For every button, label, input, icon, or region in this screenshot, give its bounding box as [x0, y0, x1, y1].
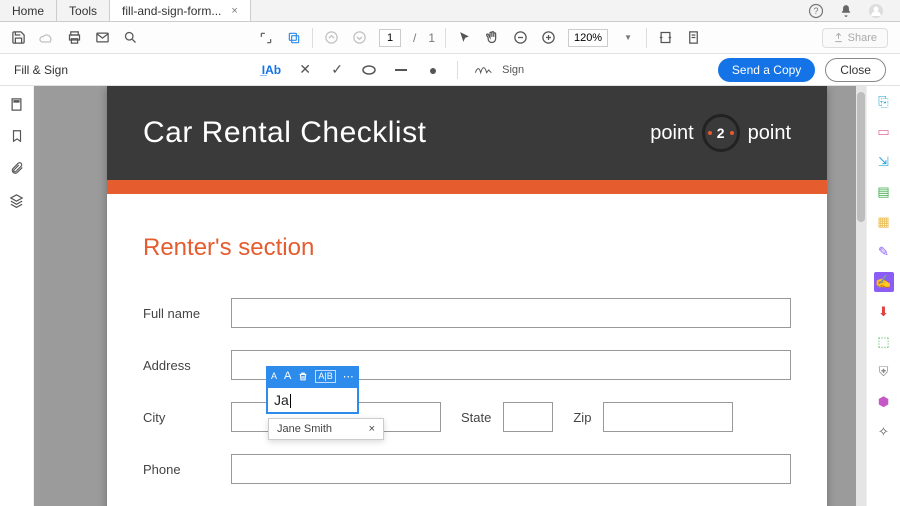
share-button[interactable]: Share [822, 28, 888, 48]
send-copy-button[interactable]: Send a Copy [718, 58, 815, 82]
text-format-toolbar: A A A|B ⋯ [266, 366, 359, 386]
fill-sign-text-overlay: A A A|B ⋯ Ja Jane Smith × [266, 366, 359, 414]
tab-bar: Home Tools fill-and-sign-form... × ? [0, 0, 900, 22]
field-state[interactable] [503, 402, 553, 432]
attachment-icon[interactable] [9, 160, 25, 176]
sign-button[interactable]: Sign [474, 63, 524, 77]
page-total: 1 [428, 31, 435, 45]
svg-text:?: ? [813, 6, 818, 16]
field-full-name[interactable] [231, 298, 791, 328]
more-options-icon[interactable]: ⋯ [343, 370, 354, 383]
organize-icon[interactable]: ▦ [874, 212, 894, 232]
field-zip[interactable] [603, 402, 733, 432]
page-sep: / [413, 31, 416, 45]
left-rail [0, 86, 34, 506]
share-label: Share [848, 32, 877, 44]
active-text-value: Ja [274, 392, 289, 408]
dot-icon[interactable]: ● [425, 62, 441, 78]
tab-file-label: fill-and-sign-form... [122, 4, 221, 18]
label-state: State [441, 410, 503, 425]
shield-icon[interactable]: ⛨ [874, 362, 894, 382]
section-heading: Renter's section [143, 234, 791, 262]
line-icon[interactable] [393, 62, 409, 78]
brand-logo: point 2 point [650, 114, 791, 152]
label-address: Address [143, 358, 231, 373]
field-phone[interactable] [231, 454, 791, 484]
cloud-icon[interactable] [38, 30, 54, 46]
fill-sign-bar: Fill & Sign I̲Ab ✕ ✓ ● Sign Send a Copy … [0, 54, 900, 86]
email-icon[interactable] [94, 30, 110, 46]
page-down-icon[interactable] [351, 30, 367, 46]
save-icon[interactable] [10, 30, 26, 46]
search-icon[interactable] [122, 30, 138, 46]
pointer-icon[interactable] [456, 30, 472, 46]
brand-right: point [748, 122, 791, 145]
text-size-large-icon[interactable]: A [284, 370, 291, 382]
label-zip: Zip [553, 410, 603, 425]
brand-left: point [650, 122, 693, 145]
scrollbar-thumb[interactable] [857, 92, 865, 222]
main-toolbar: / 1 ▼ Share [0, 22, 900, 54]
document-title: Car Rental Checklist [143, 116, 426, 150]
edit-pdf-icon[interactable]: ▤ [874, 182, 894, 202]
layers-icon[interactable] [9, 192, 25, 208]
thumbnails-icon[interactable] [9, 96, 25, 112]
scrollbar-track[interactable] [856, 86, 866, 506]
close-tab-icon[interactable]: × [231, 5, 237, 17]
protect-icon[interactable]: ⬚ [874, 332, 894, 352]
label-phone: Phone [143, 462, 231, 477]
add-text-icon[interactable]: I̲Ab [262, 63, 281, 77]
tab-tools[interactable]: Tools [57, 0, 110, 21]
fill-sign-title: Fill & Sign [14, 63, 68, 77]
redact-icon[interactable]: ⬇ [874, 302, 894, 322]
divider-band [107, 180, 827, 194]
autofill-suggestion[interactable]: Jane Smith × [268, 418, 384, 440]
workspace: Car Rental Checklist point 2 point Rente… [0, 86, 900, 506]
export-pdf-icon[interactable]: ⇲ [874, 152, 894, 172]
label-city: City [143, 410, 231, 425]
circle-icon[interactable] [361, 62, 377, 78]
print-icon[interactable] [66, 30, 82, 46]
combine-icon[interactable]: ▭ [874, 122, 894, 142]
pdf-page: Car Rental Checklist point 2 point Rente… [107, 86, 827, 506]
checkmark-icon[interactable]: ✓ [329, 62, 345, 78]
delete-text-icon[interactable] [298, 371, 308, 382]
tab-tools-label: Tools [69, 4, 97, 18]
close-panel-button[interactable]: Close [825, 58, 886, 82]
comb-field-icon[interactable]: A|B [315, 370, 335, 383]
zoom-dropdown-icon[interactable]: ▼ [620, 30, 636, 46]
zoom-in-icon[interactable] [540, 30, 556, 46]
comment-icon[interactable]: ✎ [874, 242, 894, 262]
tab-file[interactable]: fill-and-sign-form... × [110, 0, 251, 21]
label-full-name: Full name [143, 306, 231, 321]
active-text-input[interactable]: Ja Jane Smith × [266, 386, 359, 414]
stamp-icon[interactable]: ⬢ [874, 392, 894, 412]
zoom-out-icon[interactable] [512, 30, 528, 46]
dismiss-suggestion-icon[interactable]: × [369, 423, 375, 435]
x-mark-icon[interactable]: ✕ [297, 62, 313, 78]
sign-label: Sign [502, 64, 524, 76]
document-canvas[interactable]: Car Rental Checklist point 2 point Rente… [34, 86, 866, 506]
copy-icon[interactable] [286, 30, 302, 46]
create-pdf-icon[interactable]: ⎘ [874, 92, 894, 112]
suggestion-text: Jane Smith [277, 423, 332, 435]
more-tools-icon[interactable]: ✧ [874, 422, 894, 442]
hand-icon[interactable] [484, 30, 500, 46]
tab-home-label: Home [12, 4, 44, 18]
zoom-input[interactable] [568, 29, 608, 47]
fit-page-icon[interactable] [685, 30, 701, 46]
profile-icon[interactable] [868, 3, 884, 19]
fill-sign-icon[interactable]: ✍ [874, 272, 894, 292]
select-tool-icon[interactable] [258, 30, 274, 46]
brand-num: 2 [717, 125, 725, 141]
bookmark-icon[interactable] [9, 128, 25, 144]
page-number-input[interactable] [379, 29, 401, 47]
text-size-small-icon[interactable]: A [271, 371, 277, 381]
bell-icon[interactable] [838, 3, 854, 19]
page-up-icon[interactable] [323, 30, 339, 46]
tab-home[interactable]: Home [0, 0, 57, 21]
right-rail: ⎘ ▭ ⇲ ▤ ▦ ✎ ✍ ⬇ ⬚ ⛨ ⬢ ✧ [866, 86, 900, 506]
help-icon[interactable]: ? [808, 3, 824, 19]
fit-width-icon[interactable] [657, 30, 673, 46]
